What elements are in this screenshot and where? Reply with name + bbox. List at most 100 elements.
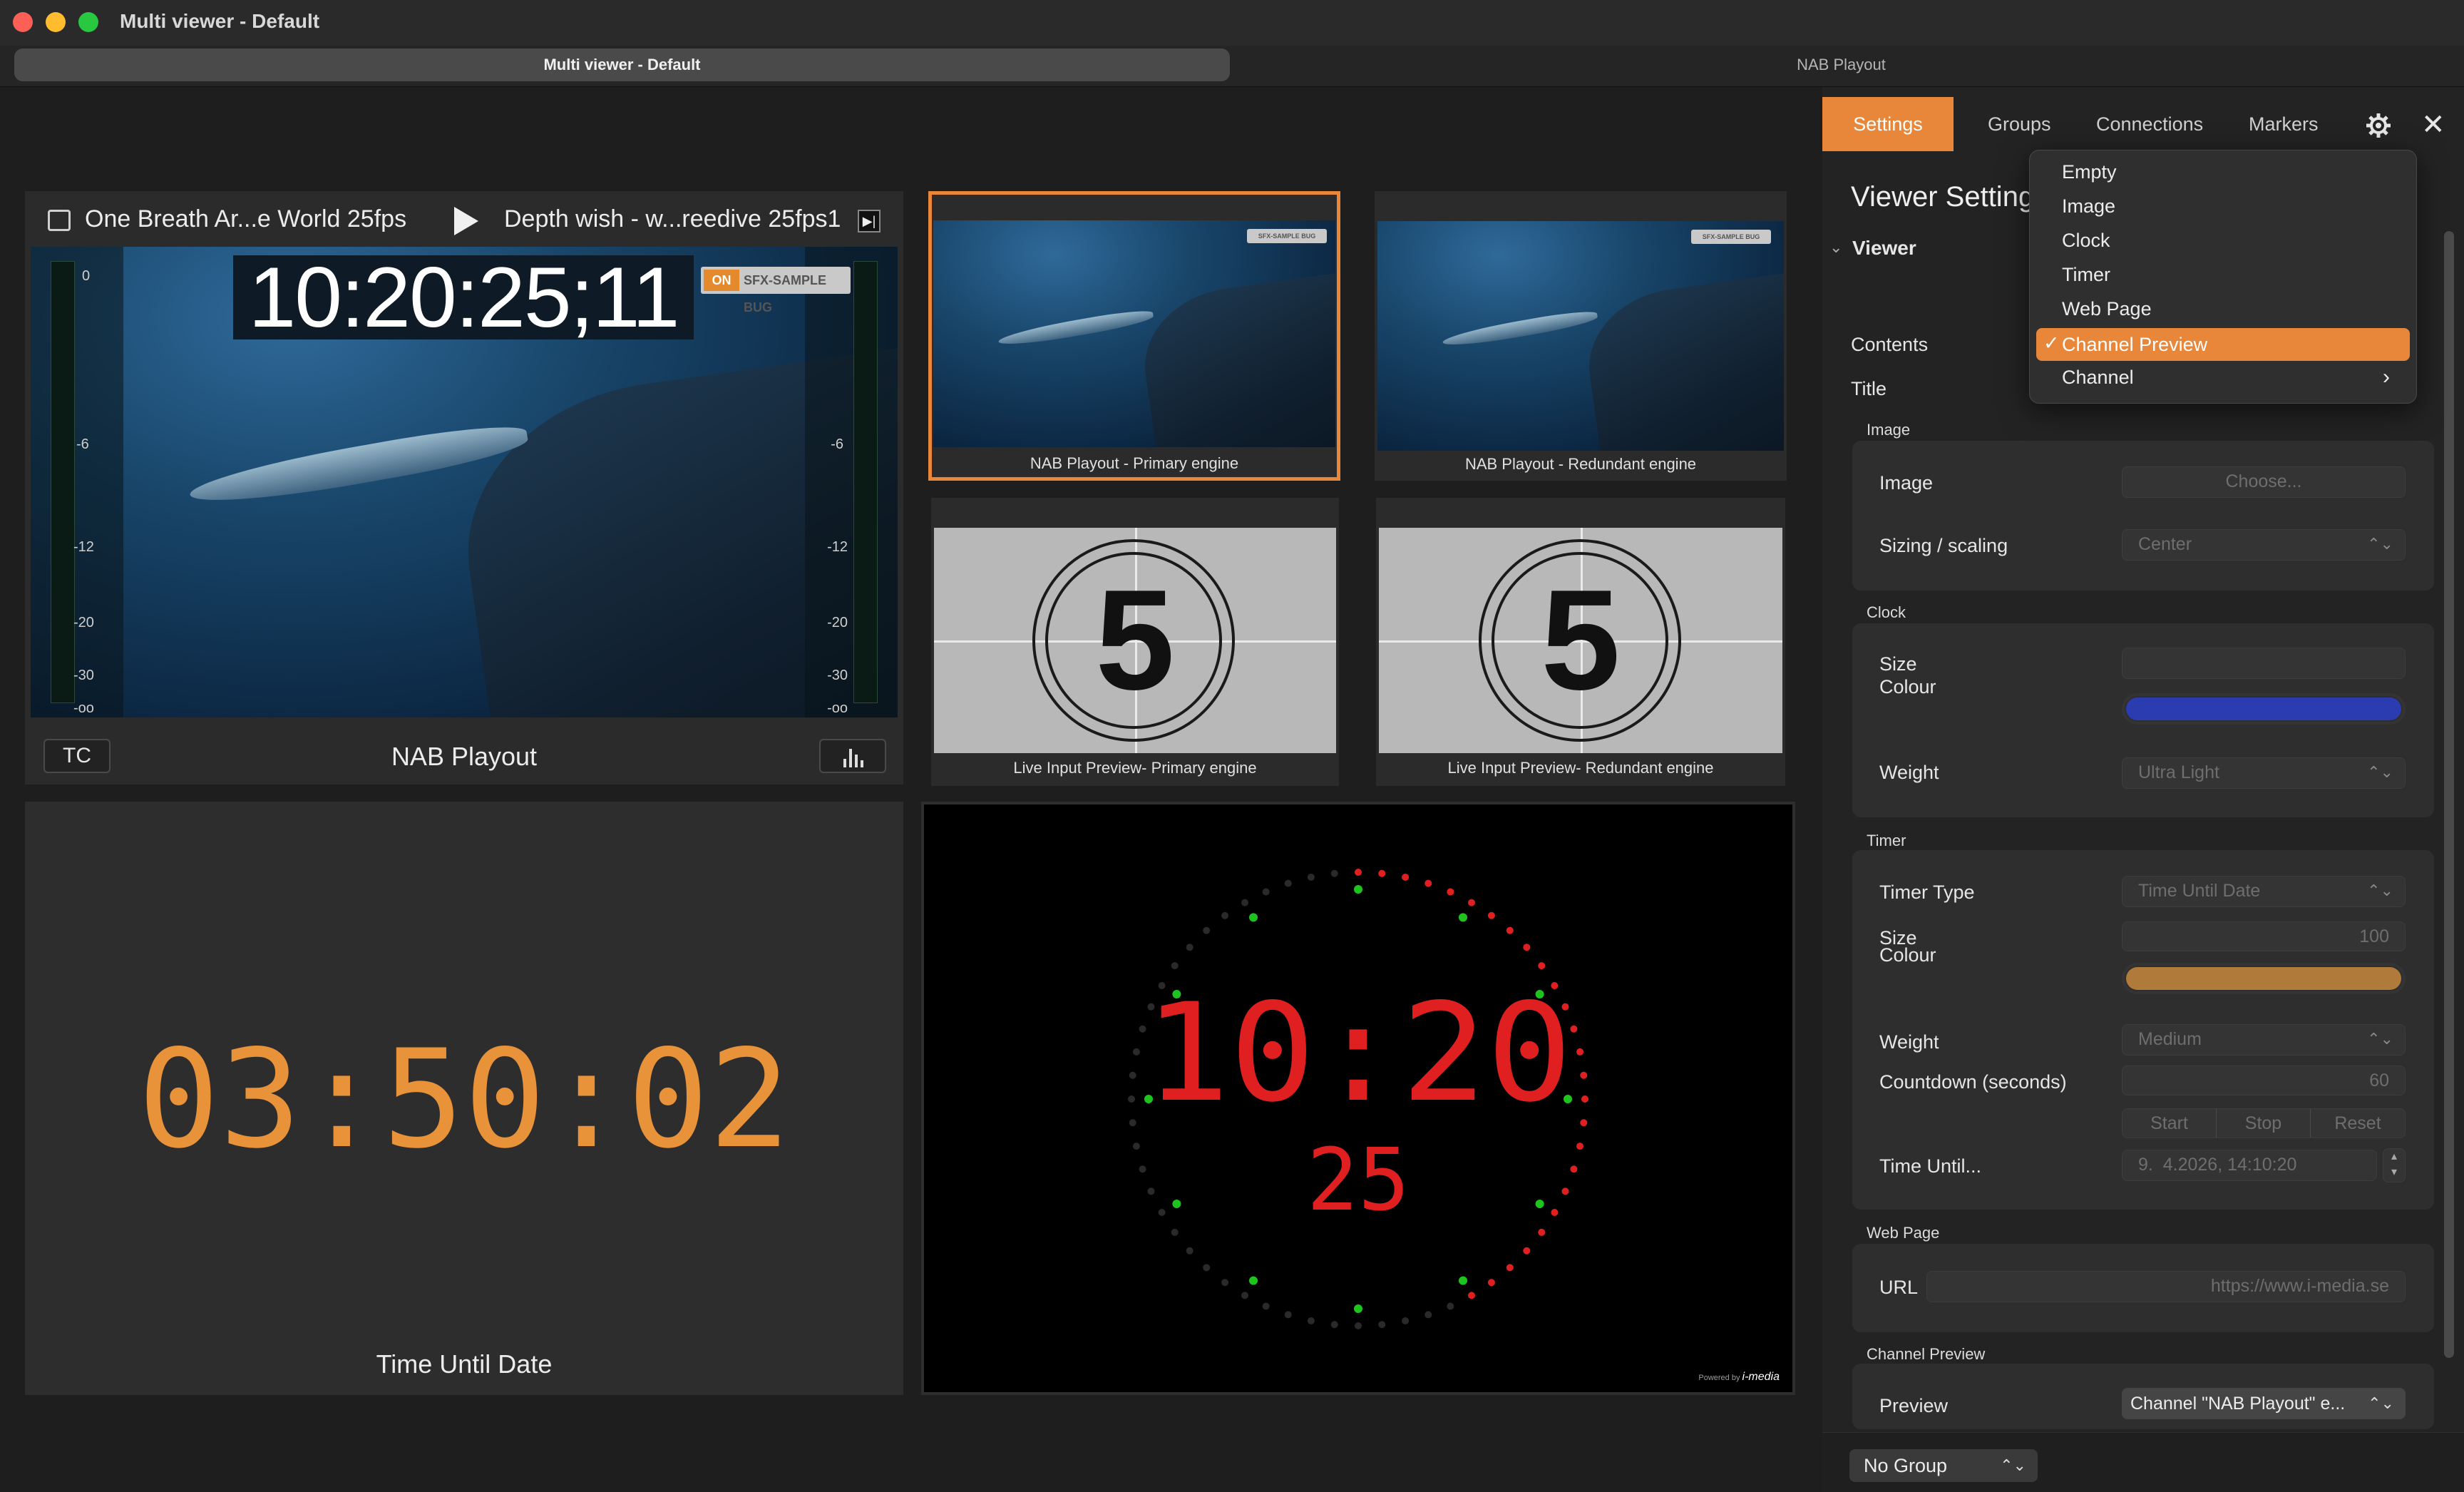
leader-number: 5 — [1541, 561, 1621, 720]
clock-size-input[interactable] — [2122, 648, 2406, 679]
preview-select[interactable]: Channel "NAB Playout" e... ⌃⌄ — [2122, 1388, 2406, 1419]
tab-nab-playout[interactable]: NAB Playout — [1233, 48, 2449, 81]
second-dot — [1378, 1321, 1386, 1329]
clock-weight-value: Ultra Light — [2138, 762, 2219, 782]
start-button[interactable]: Start — [2122, 1109, 2217, 1138]
image-section — [1852, 441, 2434, 591]
preview-caption: Live Input Preview- Primary engine — [1013, 759, 1257, 777]
main-viewer-tile[interactable]: One Breath Ar...e World 25fps Depth wish… — [25, 191, 903, 785]
second-dot — [1355, 1322, 1362, 1329]
tab-connections[interactable]: Connections — [2096, 97, 2203, 151]
meter-label: -6 — [831, 436, 843, 452]
play-icon[interactable] — [454, 207, 478, 235]
sizing-value: Center — [2138, 534, 2192, 554]
clock-weight-select[interactable]: Ultra Light ⌃⌄ — [2122, 757, 2406, 789]
hour-dot — [1459, 913, 1467, 922]
title-label: Title — [1851, 378, 1887, 399]
second-dot — [1171, 962, 1179, 970]
zoom-window-button[interactable] — [78, 12, 98, 32]
menu-item-web-page[interactable]: Web Page — [2062, 298, 2152, 320]
tab-groups[interactable]: Groups — [1988, 97, 2051, 151]
second-dot — [1262, 1302, 1270, 1310]
sizing-select[interactable]: Center ⌃⌄ — [2122, 529, 2406, 561]
meter-label: -30 — [73, 668, 94, 683]
meter-label: -30 — [827, 668, 848, 683]
menu-item-channel-preview[interactable]: ✓ Channel Preview — [2036, 328, 2410, 361]
countdown-leader: 5 — [1379, 528, 1782, 753]
chevron-updown-icon: ⌃⌄ — [2368, 1394, 2394, 1412]
second-dot — [1307, 1317, 1315, 1325]
live-input-tile-primary[interactable]: 5 Live Input Preview- Primary engine — [931, 498, 1339, 786]
time-until-input[interactable]: 9. 4.2026, 14:10:20 — [2122, 1150, 2377, 1181]
live-input-tile-redundant[interactable]: 5 Live Input Preview- Redundant engine — [1376, 498, 1785, 786]
contents-label: Contents — [1851, 334, 1929, 355]
tab-settings[interactable]: Settings — [1822, 97, 1954, 151]
chevron-down-icon[interactable]: ⌄ — [1829, 238, 1842, 257]
menu-item-channel[interactable]: Channel — [2062, 367, 2134, 389]
close-window-button[interactable] — [13, 12, 33, 32]
chevron-updown-icon: ⌃⌄ — [2367, 763, 2393, 781]
preview-label: Preview — [1879, 1395, 1949, 1416]
timer-value: 03:50:02 — [138, 1021, 791, 1178]
second-dot — [1523, 944, 1531, 951]
hour-dot — [1354, 885, 1362, 894]
preview-tile-primary[interactable]: SFX-SAMPLE BUG NAB Playout - Primary eng… — [928, 191, 1340, 481]
timer-colour-well[interactable] — [2122, 963, 2406, 994]
audio-meter-toggle[interactable] — [819, 739, 886, 773]
main-video-frame: 0 -6 -12 -20 -30 -oo 0 -6 -12 -20 -30 -o… — [31, 247, 898, 717]
second-dot — [1402, 1317, 1410, 1325]
menu-item-empty[interactable]: Empty — [2062, 161, 2117, 183]
reset-button[interactable]: Reset — [2311, 1109, 2405, 1138]
skip-next-icon[interactable]: ▶| — [858, 210, 881, 233]
panel-scrollbar[interactable] — [2444, 231, 2454, 1358]
checkmark-icon: ✓ — [2043, 332, 2060, 354]
preview-tile-redundant[interactable]: SFX-SAMPLE BUG NAB Playout - Redundant e… — [1375, 191, 1787, 481]
stop-button[interactable]: Stop — [2217, 1109, 2311, 1138]
choose-image-button[interactable]: Choose... — [2122, 466, 2406, 498]
timer-tile[interactable]: 03:50:02 Time Until Date — [25, 802, 903, 1395]
menu-item-clock[interactable]: Clock — [2062, 230, 2110, 252]
countdown-leader: 5 — [934, 528, 1336, 753]
second-dot — [1487, 911, 1495, 919]
sizing-label: Sizing / scaling — [1879, 535, 2008, 556]
url-label: URL — [1879, 1277, 1919, 1298]
second-dot — [1506, 926, 1514, 934]
viewer-section-header[interactable]: Viewer — [1852, 237, 1916, 260]
clock-time: 10:20 — [1144, 974, 1573, 1132]
url-input[interactable]: https://www.i-media.se — [1926, 1271, 2406, 1302]
countdown-label: Countdown (seconds) — [1879, 1071, 2067, 1093]
meter-label: -6 — [76, 436, 89, 452]
timecode-display: 10:20:25;11 — [233, 255, 694, 340]
second-dot — [1186, 1247, 1194, 1255]
second-dot — [1447, 1302, 1454, 1310]
title-bar: Multi viewer - Default — [0, 0, 2464, 46]
menu-item-image[interactable]: Image — [2062, 195, 2115, 218]
second-dot — [1355, 869, 1362, 876]
image-label: Image — [1879, 472, 1934, 494]
tab-markers[interactable]: Markers — [2249, 97, 2319, 151]
close-icon[interactable]: ✕ — [2421, 108, 2445, 141]
timer-weight-select[interactable]: Medium ⌃⌄ — [2122, 1024, 2406, 1056]
second-dot — [1241, 1292, 1248, 1299]
clock-tile[interactable]: 10:20 25 Powered by i-media — [921, 802, 1795, 1395]
group-value: No Group — [1864, 1455, 1948, 1476]
sfx-bug: SFX-SAMPLE BUG — [1691, 230, 1771, 244]
timer-weight-value: Medium — [2138, 1029, 2202, 1049]
meter-label: -oo — [73, 700, 94, 716]
timer-type-select[interactable]: Time Until Date ⌃⌄ — [2122, 876, 2406, 907]
group-select[interactable]: No Group ⌃⌄ — [1849, 1449, 2038, 1482]
preview-video: SFX-SAMPLE BUG — [933, 220, 1335, 447]
countdown-input[interactable]: 60 — [2122, 1066, 2406, 1095]
gear-icon[interactable] — [2366, 113, 2391, 138]
channel-preview-section-header: Channel Preview — [1867, 1345, 1986, 1363]
second-dot — [1221, 1279, 1229, 1287]
tab-multi-viewer[interactable]: Multi viewer - Default — [14, 48, 1230, 81]
powered-by: Powered by i-media — [1698, 1371, 1780, 1384]
clock-colour-well[interactable] — [2122, 693, 2406, 725]
minimize-window-button[interactable] — [46, 12, 66, 32]
menu-item-timer[interactable]: Timer — [2062, 264, 2110, 286]
date-stepper[interactable]: ▴ ▾ — [2383, 1148, 2406, 1182]
timer-size-input[interactable]: 100 — [2122, 921, 2406, 951]
meter-label: -oo — [827, 700, 848, 716]
timer-weight-label: Weight — [1879, 1031, 1939, 1053]
